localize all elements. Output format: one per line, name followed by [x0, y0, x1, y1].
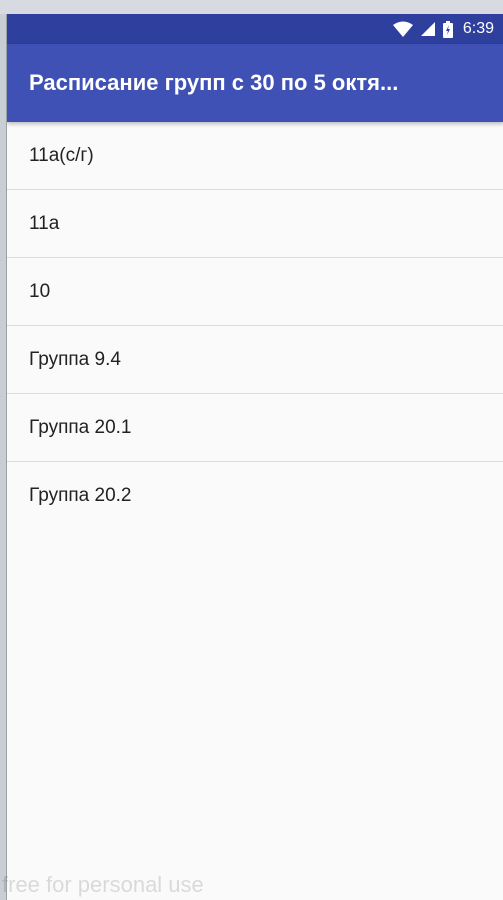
list-item[interactable]: Группа 20.1 [7, 394, 503, 462]
wifi-icon [392, 21, 413, 37]
list-item[interactable]: Группа 20.2 [7, 462, 503, 529]
list-item-label: Группа 20.1 [29, 416, 132, 438]
phone-screen: 6:39 Расписание групп с 30 по 5 октя... … [6, 14, 503, 900]
window-top-strip [0, 0, 503, 14]
list-item-label: 10 [29, 280, 51, 302]
group-list: 11а(с/г) 11а 10 Группа 9.4 Группа 20.1 Г… [7, 122, 503, 529]
signal-icon [420, 22, 435, 36]
list-item-label: Группа 9.4 [29, 348, 121, 370]
watermark: free for personal use [2, 872, 204, 897]
page-title: Расписание групп с 30 по 5 октя... [29, 70, 399, 95]
status-bar: 6:39 [7, 14, 503, 44]
list-item-label: Группа 20.2 [29, 484, 132, 506]
list-item[interactable]: 10 [7, 258, 503, 326]
list-item[interactable]: Группа 9.4 [7, 326, 503, 394]
app-bar: Расписание групп с 30 по 5 октя... [7, 44, 503, 122]
battery-icon [442, 20, 453, 38]
list-item-label: 11а(с/г) [29, 144, 94, 166]
status-time: 6:39 [462, 20, 494, 37]
list-item-label: 11а [29, 212, 60, 234]
list-item[interactable]: 11а(с/г) [7, 122, 503, 190]
list-item[interactable]: 11а [7, 190, 503, 258]
